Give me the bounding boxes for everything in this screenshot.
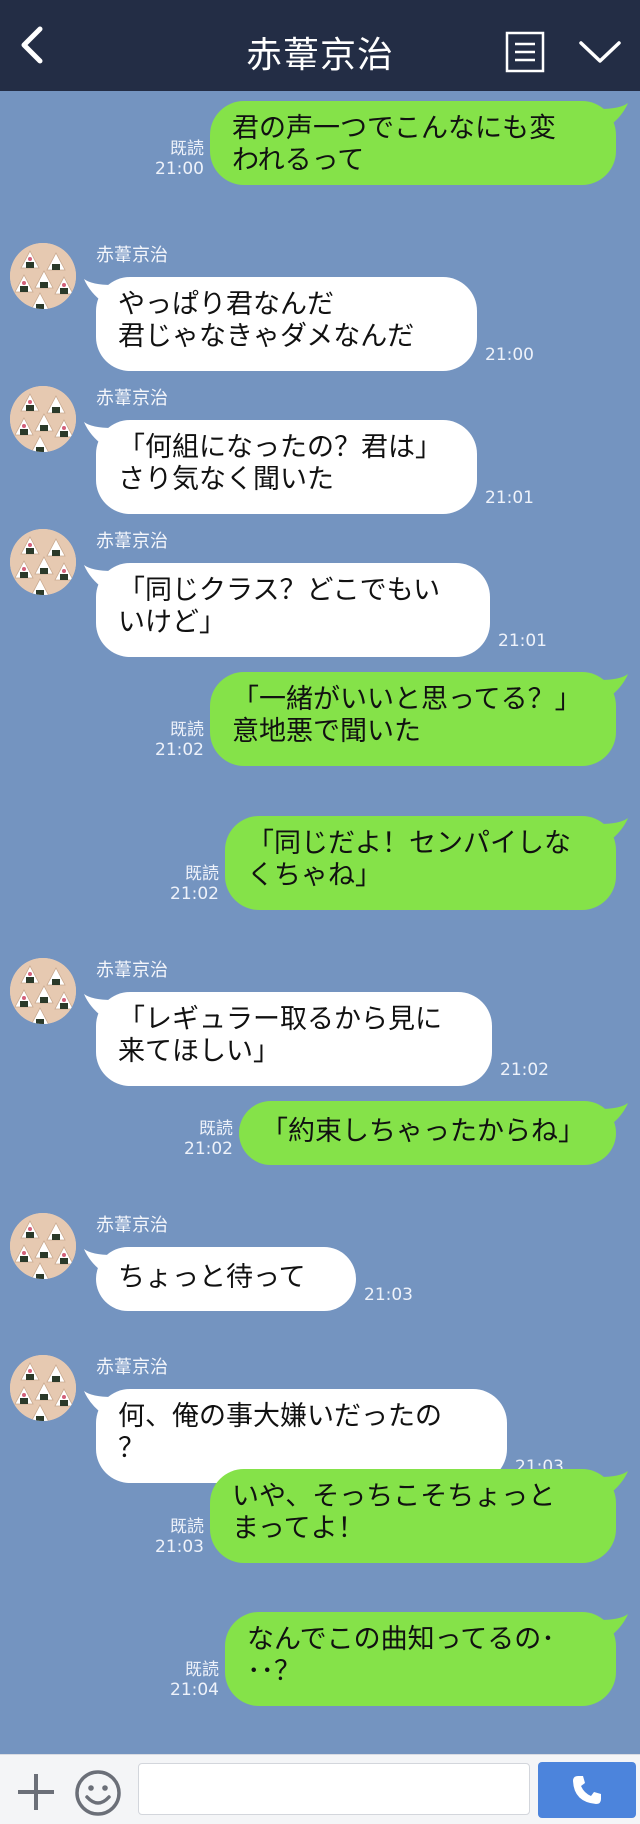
message-bubble[interactable]: 「同じだよ！センパイしな くちゃね」 xyxy=(225,816,616,910)
message-meta: 21:03 xyxy=(364,1285,413,1305)
bubble-tail xyxy=(600,674,628,698)
incoming-message: 赤葦京治やっぱり君なんだ 君じゃなきゃダメなんだ 21:00 xyxy=(0,243,640,387)
incoming-message: 赤葦京治ちょっと待って 21:03 xyxy=(0,1213,640,1327)
call-button[interactable] xyxy=(538,1762,636,1818)
message-list[interactable]: 君の声一つでこんなにも変 われるって 既読 21:00 赤葦京治 やっぱり君なんだ 君じ… xyxy=(0,91,640,1754)
timestamp: 21:02 xyxy=(184,1139,233,1159)
phone-icon xyxy=(573,1776,601,1804)
timestamp: 21:02 xyxy=(500,1060,549,1080)
message-meta: 21:00 xyxy=(485,345,534,365)
avatar[interactable] xyxy=(10,1213,76,1279)
message-bubble[interactable]: 「同じクラス？どこでもい いけど」 xyxy=(96,563,490,657)
smiley-icon[interactable] xyxy=(74,1769,122,1817)
message-meta: 既読 21:02 xyxy=(184,1119,233,1159)
bubble-tail xyxy=(600,1614,628,1638)
bubble-tail xyxy=(84,1249,112,1273)
outgoing-message: 君の声一つでこんなにも変 われるって 既読 21:00 xyxy=(0,101,640,235)
timestamp: 21:03 xyxy=(155,1537,204,1557)
message-bubble[interactable]: 「約束しちゃったからね」 xyxy=(239,1101,616,1165)
message-meta: 既読 21:03 xyxy=(155,1517,204,1557)
timestamp: 21:02 xyxy=(170,884,219,904)
incoming-message: 赤葦京治「同じクラス？どこでもい いけど」 21:01 xyxy=(0,529,640,673)
bubble-tail xyxy=(600,1471,628,1495)
message-input[interactable] xyxy=(138,1763,530,1815)
read-receipt: 既読 xyxy=(170,139,204,159)
incoming-message: 赤葦京治「何組になったの？君は」 さり気なく聞いた 21:01 xyxy=(0,386,640,530)
bubble-tail xyxy=(84,1391,112,1415)
sender-name: 赤葦京治 xyxy=(96,1215,168,1236)
sender-name: 赤葦京治 xyxy=(96,245,168,266)
chat-header: 赤葦京治 xyxy=(0,0,640,91)
sender-name: 赤葦京治 xyxy=(96,1357,168,1378)
note-menu-icon[interactable] xyxy=(505,31,545,73)
avatar[interactable] xyxy=(10,386,76,452)
message-bubble[interactable]: やっぱり君なんだ 君じゃなきゃダメなんだ xyxy=(96,277,477,371)
outgoing-message: なんでこの曲知ってるの･ ･･？ 既読 21:04 xyxy=(0,1612,640,1756)
chevron-down-icon[interactable] xyxy=(578,38,622,66)
read-receipt: 既読 xyxy=(199,1119,233,1139)
bubble-tail xyxy=(84,422,112,446)
message-meta: 既読 21:04 xyxy=(170,1660,219,1700)
message-meta: 既読 21:00 xyxy=(155,139,204,179)
bubble-tail xyxy=(600,1103,628,1127)
sender-name: 赤葦京治 xyxy=(96,388,168,409)
message-bubble[interactable]: 「何組になったの？君は」 さり気なく聞いた xyxy=(96,420,477,514)
sender-name: 赤葦京治 xyxy=(96,531,168,552)
timestamp: 21:02 xyxy=(155,740,204,760)
message-meta: 既読 21:02 xyxy=(170,864,219,904)
message-bubble[interactable]: 「一緒がいいと思ってる？」 意地悪で聞いた xyxy=(210,672,616,766)
message-meta: 既読 21:02 xyxy=(155,720,204,760)
timestamp: 21:00 xyxy=(485,345,534,365)
message-meta: 21:02 xyxy=(500,1060,549,1080)
read-receipt: 既読 xyxy=(185,1660,219,1680)
timestamp: 21:00 xyxy=(155,159,204,179)
bubble-tail xyxy=(84,279,112,303)
bubble-tail xyxy=(84,565,112,589)
bubble-tail xyxy=(600,103,628,127)
message-meta: 21:01 xyxy=(498,631,547,651)
avatar[interactable] xyxy=(10,243,76,309)
read-receipt: 既読 xyxy=(185,864,219,884)
bubble-tail xyxy=(84,994,112,1018)
message-meta: 21:01 xyxy=(485,488,534,508)
message-bubble[interactable]: いや、そっちこそちょっと まってよ！ xyxy=(210,1469,616,1563)
timestamp: 21:01 xyxy=(498,631,547,651)
sender-name: 赤葦京治 xyxy=(96,960,168,981)
incoming-message: 赤葦京治「レギュラー取るから見に 来てほしい」 21:02 xyxy=(0,958,640,1102)
timestamp: 21:01 xyxy=(485,488,534,508)
avatar[interactable] xyxy=(10,1355,76,1421)
input-bar xyxy=(0,1754,640,1824)
message-bubble[interactable]: 君の声一つでこんなにも変 われるって xyxy=(210,101,616,185)
outgoing-message: 「同じだよ！センパイしな くちゃね」 既読 21:02 xyxy=(0,816,640,960)
avatar[interactable] xyxy=(10,958,76,1024)
message-bubble[interactable]: 「レギュラー取るから見に 来てほしい」 xyxy=(96,992,492,1086)
outgoing-message: 「約束しちゃったからね」 既読 21:02 xyxy=(0,1101,640,1215)
read-receipt: 既読 xyxy=(170,1517,204,1537)
avatar[interactable] xyxy=(10,529,76,595)
timestamp: 21:04 xyxy=(170,1680,219,1700)
outgoing-message: いや、そっちこそちょっと まってよ！ 既読 21:03 xyxy=(0,1469,640,1613)
read-receipt: 既読 xyxy=(170,720,204,740)
message-bubble[interactable]: ちょっと待って xyxy=(96,1247,356,1311)
bubble-tail xyxy=(600,818,628,842)
outgoing-message: 「一緒がいいと思ってる？」 意地悪で聞いた 既読 21:02 xyxy=(0,672,640,816)
message-bubble[interactable]: なんでこの曲知ってるの･ ･･？ xyxy=(225,1612,616,1706)
timestamp: 21:03 xyxy=(364,1285,413,1305)
plus-icon[interactable] xyxy=(16,1772,56,1812)
